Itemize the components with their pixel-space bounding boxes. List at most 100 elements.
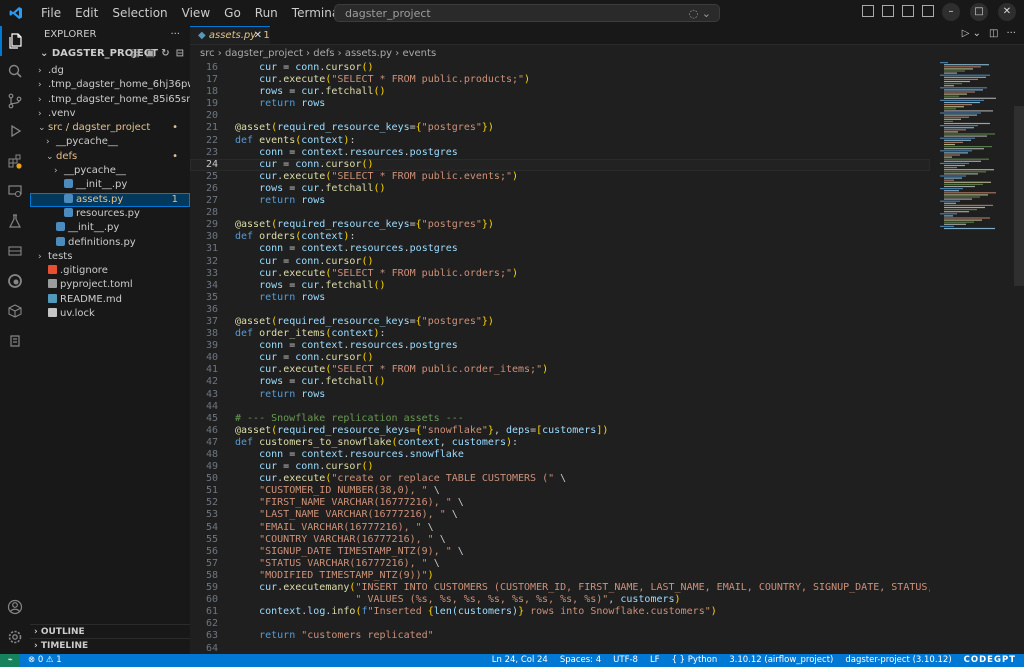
- tree-item[interactable]: › .venv: [30, 107, 190, 121]
- menu-item-selection[interactable]: Selection: [105, 0, 174, 26]
- menu-item-run[interactable]: Run: [248, 0, 285, 26]
- menu-item-view[interactable]: View: [175, 0, 217, 26]
- tree-item[interactable]: uv.lock: [30, 307, 190, 321]
- copilot-icon[interactable]: ◌ ⌄: [689, 5, 711, 23]
- indentation[interactable]: Spaces: 4: [560, 654, 601, 667]
- code-line[interactable]: 44: [190, 401, 930, 413]
- code-line[interactable]: 50 cur.execute("create or replace TABLE …: [190, 473, 930, 485]
- menu-item-go[interactable]: Go: [217, 0, 248, 26]
- code-line[interactable]: 16 cur = conn.cursor(): [190, 62, 930, 74]
- code-line[interactable]: 62: [190, 618, 930, 630]
- code-line[interactable]: 63 return "customers replicated": [190, 630, 930, 642]
- codegpt-brand[interactable]: CODEGPT: [964, 654, 1016, 667]
- command-center-search[interactable]: dagster_project ◌ ⌄: [334, 4, 720, 22]
- toggle-primary-sidebar-icon[interactable]: [862, 5, 874, 17]
- tree-item[interactable]: ⌄ src / dagster_project •: [30, 121, 190, 135]
- code-line[interactable]: 33 cur.execute("SELECT * FROM public.ord…: [190, 268, 930, 280]
- outline-section[interactable]: › OUTLINE: [30, 624, 190, 638]
- code-line[interactable]: 26 rows = cur.fetchall(): [190, 183, 930, 195]
- encoding[interactable]: UTF-8: [613, 654, 638, 667]
- new-file-icon[interactable]: ▤: [130, 44, 139, 64]
- code-line[interactable]: 45 # --- Snowflake replication assets ---: [190, 413, 930, 425]
- tree-item[interactable]: resources.py: [30, 207, 190, 221]
- code-line[interactable]: 22 def events(context):: [190, 135, 930, 147]
- settings-gear-icon[interactable]: [0, 622, 30, 652]
- tree-item[interactable]: definitions.py: [30, 236, 190, 250]
- code-line[interactable]: 58 "MODIFIED TIMESTAMP_NTZ(9))"): [190, 570, 930, 582]
- code-line[interactable]: 43 return rows: [190, 389, 930, 401]
- code-line[interactable]: 19 return rows: [190, 98, 930, 110]
- code-line[interactable]: 59 cur.executemany("INSERT INTO CUSTOMER…: [190, 582, 930, 594]
- code-line[interactable]: 41 cur.execute("SELECT * FROM public.ord…: [190, 364, 930, 376]
- edge-icon[interactable]: [0, 266, 30, 296]
- tree-item[interactable]: › __pycache__: [30, 164, 190, 178]
- code-line[interactable]: 54 "EMAIL VARCHAR(16777216), " \: [190, 522, 930, 534]
- code-line[interactable]: 32 cur = conn.cursor(): [190, 256, 930, 268]
- code-line[interactable]: 31 conn = context.resources.postgres: [190, 243, 930, 255]
- code-line[interactable]: 25 cur.execute("SELECT * FROM public.eve…: [190, 171, 930, 183]
- code-line[interactable]: 34 rows = cur.fetchall(): [190, 280, 930, 292]
- code-line[interactable]: 28: [190, 207, 930, 219]
- run-file-icon[interactable]: ▷ ⌄: [962, 28, 981, 39]
- code-line[interactable]: 21 @asset(required_resource_keys={"postgr…: [190, 122, 930, 134]
- search-icon[interactable]: [0, 56, 30, 86]
- close-tab-icon[interactable]: ✕: [254, 27, 262, 44]
- code-line[interactable]: 27 return rows: [190, 195, 930, 207]
- tree-item[interactable]: › .dg: [30, 64, 190, 78]
- breadcrumb[interactable]: src › dagster_project › defs › assets.py…: [190, 45, 1024, 62]
- tree-item[interactable]: › .tmp_dagster_home_85i65sm8: [30, 93, 202, 107]
- code-line[interactable]: 55 "COUNTRY VARCHAR(16777216), " \: [190, 534, 930, 546]
- problems-indicator[interactable]: ⊗ 0 ⚠ 1: [28, 654, 62, 667]
- split-editor-icon[interactable]: ◫: [989, 28, 998, 39]
- remote-explorer-icon[interactable]: [0, 176, 30, 206]
- code-line[interactable]: 42 rows = cur.fetchall(): [190, 376, 930, 388]
- code-line[interactable]: 35 return rows: [190, 292, 930, 304]
- code-line[interactable]: 38 def order_items(context):: [190, 328, 930, 340]
- new-folder-icon[interactable]: ▣: [146, 44, 155, 64]
- code-line[interactable]: 36: [190, 304, 930, 316]
- package-icon[interactable]: [0, 296, 30, 326]
- code-line[interactable]: 61 context.log.info(f"Inserted {len(cust…: [190, 606, 930, 618]
- code-line[interactable]: 17 cur.execute("SELECT * FROM public.pro…: [190, 74, 930, 86]
- account-icon[interactable]: [0, 592, 30, 622]
- code-line[interactable]: 64: [190, 643, 930, 655]
- collapse-all-icon[interactable]: ⊟: [176, 44, 184, 64]
- code-line[interactable]: 51 "CUSTOMER_ID NUMBER(38,0), " \: [190, 485, 930, 497]
- codegpt-icon[interactable]: [0, 326, 30, 356]
- end-of-line[interactable]: LF: [650, 654, 660, 667]
- code-line[interactable]: 18 rows = cur.fetchall(): [190, 86, 930, 98]
- code-line[interactable]: 40 cur = conn.cursor(): [190, 352, 930, 364]
- code-line[interactable]: 52 "FIRST_NAME VARCHAR(16777216), " \: [190, 497, 930, 509]
- code-line[interactable]: 29 @asset(required_resource_keys={"postgr…: [190, 219, 930, 231]
- tree-item[interactable]: › tests: [30, 250, 190, 264]
- tree-item[interactable]: README.md: [30, 293, 190, 307]
- cursor-position[interactable]: Ln 24, Col 24: [492, 654, 548, 667]
- timeline-section[interactable]: › TIMELINE: [30, 638, 190, 652]
- tree-item[interactable]: › .tmp_dagster_home_6hj36pwy: [30, 78, 201, 92]
- python-environment[interactable]: dagster-project (3.10.12): [845, 654, 951, 667]
- tab-assets-py[interactable]: ◆ assets.py 1 ✕: [190, 26, 270, 44]
- customize-layout-icon[interactable]: [922, 5, 934, 17]
- explorer-icon[interactable]: [0, 26, 30, 56]
- code-line[interactable]: 46 @asset(required_resource_keys={"snowfl…: [190, 425, 930, 437]
- code-line[interactable]: 56 "SIGNUP_DATE TIMESTAMP_NTZ(9), " \: [190, 546, 930, 558]
- tree-item[interactable]: .gitignore: [30, 264, 190, 278]
- tree-item[interactable]: assets.py 1: [30, 192, 190, 207]
- code-line[interactable]: 37 @asset(required_resource_keys={"postgr…: [190, 316, 930, 328]
- code-line[interactable]: 20: [190, 110, 930, 122]
- menu-item-file[interactable]: File: [34, 0, 68, 26]
- maximize-icon[interactable]: □: [970, 3, 988, 21]
- refresh-icon[interactable]: ↻: [161, 44, 169, 64]
- code-line[interactable]: 47 def customers_to_snowflake(context, cu…: [190, 437, 930, 449]
- toggle-panel-icon[interactable]: [882, 5, 894, 17]
- extensions-icon[interactable]: [0, 146, 30, 176]
- tree-item[interactable]: ⌄ defs •: [30, 150, 190, 164]
- code-line[interactable]: 39 conn = context.resources.postgres: [190, 340, 930, 352]
- code-line[interactable]: 57 "STATUS VARCHAR(16777216), " \: [190, 558, 930, 570]
- editor-scrollbar[interactable]: [1014, 106, 1024, 286]
- testing-flask-icon[interactable]: [0, 206, 30, 236]
- tree-item[interactable]: › __pycache__: [30, 135, 190, 149]
- more-actions-icon[interactable]: ···: [170, 26, 180, 44]
- code-editor[interactable]: 16 cur = conn.cursor() 17 cur.execute("SE…: [190, 62, 930, 654]
- code-line[interactable]: 24 cur = conn.cursor(): [190, 158, 930, 171]
